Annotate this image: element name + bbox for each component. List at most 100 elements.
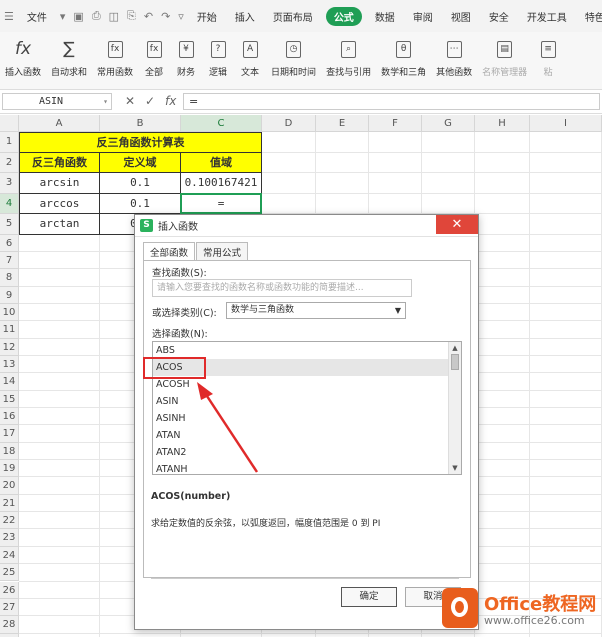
save-icon[interactable]: ▣ <box>69 10 87 23</box>
row-header[interactable]: 28 <box>0 616 19 634</box>
menu-item[interactable]: 审阅 <box>404 9 442 24</box>
menu-item[interactable]: 页面布局 <box>264 9 322 24</box>
row-header[interactable]: 18 <box>0 442 19 461</box>
table-title-cell[interactable]: 反三角函数计算表 <box>19 132 262 153</box>
row-header[interactable]: 11 <box>0 321 19 339</box>
table-cell[interactable]: 0.1 <box>100 193 181 214</box>
ok-button[interactable]: 确定 <box>341 587 397 607</box>
header-cell[interactable]: 定义域 <box>100 152 181 173</box>
tab-all-functions[interactable]: 全部函数 <box>143 242 196 261</box>
menu-item[interactable]: 插入 <box>226 9 264 24</box>
menu-item[interactable]: 开始 <box>188 9 226 24</box>
scroll-thumb[interactable] <box>451 354 459 370</box>
row-header[interactable]: 22 <box>0 512 19 530</box>
preview-icon[interactable]: ◫ <box>105 10 123 23</box>
scroll-up-icon[interactable]: ▲ <box>449 342 461 354</box>
menu-item[interactable]: 安全 <box>480 9 518 24</box>
row-header[interactable]: 24 <box>0 546 19 565</box>
ribbon-button[interactable]: ¥ 财务 <box>170 38 202 78</box>
row-header[interactable]: 7 <box>0 251 19 270</box>
table-cell[interactable]: arcsin <box>19 173 100 194</box>
ribbon-button[interactable]: fx 常用函数 <box>92 38 138 78</box>
menu-item[interactable]: 数据 <box>366 9 404 24</box>
print-icon[interactable]: ⎙ <box>88 9 105 23</box>
column-header[interactable]: A <box>19 115 100 132</box>
row-header[interactable]: 9 <box>0 286 19 304</box>
table-cell[interactable]: arctan <box>19 214 100 235</box>
ribbon-button[interactable]: ? 逻辑 <box>202 38 234 78</box>
row-header[interactable]: 2 <box>0 152 19 173</box>
menu-item[interactable]: 视图 <box>442 9 480 24</box>
row-header[interactable]: 15 <box>0 390 19 408</box>
column-header[interactable]: F <box>369 115 422 132</box>
header-cell[interactable]: 反三角函数 <box>19 152 100 173</box>
row-header[interactable]: 20 <box>0 477 19 495</box>
row-header[interactable]: 29 <box>0 633 19 637</box>
ribbon-button[interactable]: ∑ 自动求和 <box>46 38 92 78</box>
scrollbar[interactable]: ▲ ▼ <box>448 342 461 474</box>
confirm-icon[interactable]: ✓ <box>145 94 155 108</box>
row-header[interactable]: 1 <box>0 132 19 153</box>
tab-common-formulas[interactable]: 常用公式 <box>196 242 249 261</box>
row-header[interactable]: 17 <box>0 425 19 443</box>
ribbon-button[interactable]: θ 数学和三角 <box>376 38 431 78</box>
row-header[interactable]: 10 <box>0 303 19 322</box>
row-header[interactable]: 27 <box>0 598 19 617</box>
table-cell[interactable]: arccos <box>19 193 100 214</box>
customize-icon[interactable]: ▿ <box>174 10 188 23</box>
column-header[interactable]: E <box>316 115 369 132</box>
column-header[interactable]: D <box>262 115 316 132</box>
chevron-down-icon[interactable]: ▾ <box>56 10 70 23</box>
fx-icon[interactable]: fx <box>165 94 176 108</box>
row-header[interactable]: 23 <box>0 529 19 547</box>
ribbon-button[interactable]: ≡ 粘 <box>532 38 564 78</box>
export-icon[interactable]: ⎘ <box>123 9 140 23</box>
file-menu[interactable]: 文件 <box>18 9 56 24</box>
row-header[interactable]: 19 <box>0 460 19 478</box>
formula-input[interactable]: = <box>183 93 600 110</box>
row-header[interactable]: 5 <box>0 214 19 235</box>
row-header[interactable]: 25 <box>0 564 19 582</box>
column-header[interactable]: B <box>100 115 181 132</box>
table-cell[interactable]: 0.1 <box>100 173 181 194</box>
row-header[interactable]: 12 <box>0 338 19 356</box>
column-header[interactable]: G <box>422 115 475 132</box>
category-select[interactable]: 数学与三角函数 ▼ <box>226 302 406 319</box>
menu-item[interactable]: 特色应 <box>576 9 602 24</box>
hamburger-icon[interactable]: ☰ <box>0 10 18 23</box>
row-header[interactable]: 4 <box>0 193 19 214</box>
dialog-titlebar[interactable]: S 插入函数 <box>135 215 478 237</box>
menu-item[interactable]: 公式 <box>325 6 362 26</box>
column-header[interactable]: H <box>475 115 530 132</box>
chevron-down-icon[interactable]: ▾ <box>103 94 108 109</box>
cancel-icon[interactable]: ✕ <box>125 94 135 108</box>
chevron-down-icon[interactable]: ▼ <box>395 303 401 318</box>
menu-item[interactable]: 开发工具 <box>518 9 576 24</box>
table-cell[interactable]: 0.100167421 <box>181 173 262 194</box>
row-header[interactable]: 13 <box>0 355 19 374</box>
ribbon-button[interactable]: ⌕ 查找与引用 <box>321 38 376 78</box>
ribbon-button[interactable]: ◷ 日期和时间 <box>266 38 321 78</box>
undo-icon[interactable]: ↶ <box>140 10 157 23</box>
scroll-down-icon[interactable]: ▼ <box>449 462 461 474</box>
row-header[interactable]: 26 <box>0 581 19 599</box>
close-icon[interactable]: ✕ <box>436 215 478 234</box>
select-all-corner[interactable] <box>0 115 19 132</box>
row-header[interactable]: 8 <box>0 269 19 287</box>
row-header[interactable]: 16 <box>0 408 19 426</box>
redo-icon[interactable]: ↷ <box>157 10 174 23</box>
column-header[interactable]: C <box>181 115 262 132</box>
row-header[interactable]: 6 <box>0 234 19 252</box>
name-box[interactable]: ASIN ▾ <box>2 93 112 110</box>
row-header[interactable]: 14 <box>0 373 19 391</box>
column-header[interactable]: I <box>530 115 602 132</box>
row-header[interactable]: 21 <box>0 494 19 513</box>
search-input[interactable]: 请输入您要查找的函数名称或函数功能的简要描述... <box>152 279 412 297</box>
ribbon-button[interactable]: A 文本 <box>234 38 266 78</box>
header-cell[interactable]: 值域 <box>181 152 262 173</box>
ribbon-button[interactable]: ⋯ 其他函数 <box>431 38 477 78</box>
ribbon-button[interactable]: fx 插入函数 <box>0 38 46 78</box>
ribbon-button[interactable]: ▤ 名称管理器 <box>477 38 532 78</box>
ribbon-button[interactable]: fx 全部 <box>138 38 170 78</box>
row-header[interactable]: 3 <box>0 173 19 194</box>
